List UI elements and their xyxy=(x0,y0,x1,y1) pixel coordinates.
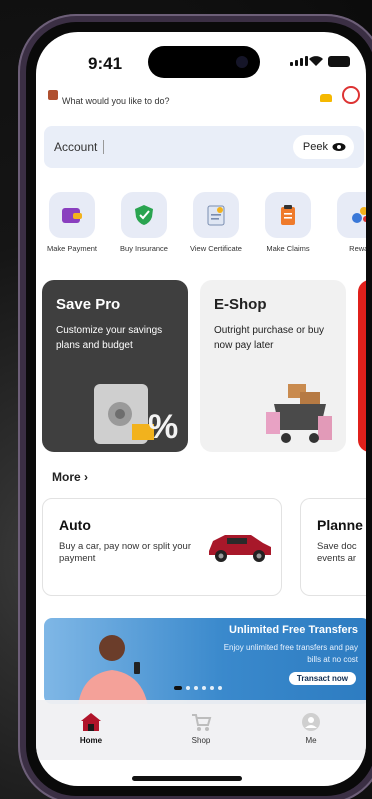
camera-icon xyxy=(236,56,248,68)
action-rewards[interactable]: Rewar xyxy=(324,192,366,253)
clipboard-icon xyxy=(265,192,311,238)
card-title: E-Shop xyxy=(214,296,267,313)
nav-label: Me xyxy=(305,736,317,745)
home-icon xyxy=(81,713,101,731)
status-time: 9:41 xyxy=(88,54,123,73)
battery-icon xyxy=(328,56,350,67)
person-with-phone-illustration xyxy=(78,635,148,704)
greeting-text: What would you like to do? xyxy=(62,96,170,106)
nav-me[interactable]: Me xyxy=(276,712,346,745)
nav-label: Shop xyxy=(191,736,211,745)
cart-icon xyxy=(192,714,212,731)
banner-subtitle: Enjoy unlimited free transfers and pay b… xyxy=(223,643,358,664)
user-icon xyxy=(302,713,320,731)
rewards-icon xyxy=(337,192,366,238)
action-make-claims[interactable]: Make Claims xyxy=(252,192,324,253)
card-title: Planne xyxy=(317,517,363,533)
pagination-dot[interactable] xyxy=(186,686,190,690)
profile-icon[interactable] xyxy=(342,86,360,104)
nav-shop[interactable]: Shop xyxy=(166,712,236,745)
greeting-emoji-icon xyxy=(48,90,58,100)
account-label: Account xyxy=(54,140,98,154)
home-indicator xyxy=(132,776,242,781)
card-text: Outright purchase or buy now pay later xyxy=(214,325,325,351)
certificate-icon xyxy=(193,192,239,238)
peek-label: Peek xyxy=(302,141,328,153)
notification-icon[interactable] xyxy=(320,94,332,102)
pagination-dot[interactable] xyxy=(202,686,206,690)
carousel-pagination xyxy=(174,686,222,690)
card-text: Save doc events ar xyxy=(317,541,357,564)
pagination-dot[interactable] xyxy=(210,686,214,690)
eye-icon xyxy=(332,143,346,151)
transfers-banner[interactable]: Unlimited Free Transfers Enjoy unlimited… xyxy=(44,618,366,704)
phone-bezel: 9:41 What would you like to do? Account … xyxy=(26,22,372,796)
e-shop-card[interactable]: E-Shop Outright purchase or buy now pay … xyxy=(200,280,346,452)
planner-card[interactable]: Planne Save doc events ar xyxy=(300,498,366,596)
status-bar: 9:41 xyxy=(36,32,366,84)
nav-label: Home xyxy=(79,736,103,745)
shopping-cart-icon xyxy=(266,384,332,443)
action-label: Buy Insurance xyxy=(120,244,168,253)
nav-home[interactable]: Home xyxy=(56,712,126,745)
quick-actions-row: Make Payment Buy Insurance View Certific… xyxy=(36,192,366,253)
wifi-icon xyxy=(309,56,323,66)
more-section-title[interactable]: More › xyxy=(52,470,88,484)
card-title: Save Pro xyxy=(56,296,121,313)
background: 9:41 What would you like to do? Account … xyxy=(0,0,372,799)
action-make-payment[interactable]: Make Payment xyxy=(36,192,108,253)
car-icon xyxy=(209,535,271,562)
signal-icon xyxy=(290,56,308,66)
banner-title: Unlimited Free Transfers xyxy=(229,624,358,636)
safe-icon: % xyxy=(94,384,178,446)
shield-icon xyxy=(121,192,167,238)
save-pro-card[interactable]: Save Pro Customize your savings plans an… xyxy=(42,280,188,452)
phone-frame: 9:41 What would you like to do? Account … xyxy=(18,14,372,799)
app-screen: 9:41 What would you like to do? Account … xyxy=(36,32,366,786)
more-label: More xyxy=(52,470,81,484)
transact-now-button[interactable]: Transact now xyxy=(288,672,356,685)
action-view-certificate[interactable]: View Certificate xyxy=(180,192,252,253)
card-text: Buy a car, pay now or split your payment xyxy=(59,541,192,564)
balance-hidden-indicator xyxy=(103,140,105,154)
action-label: View Certificate xyxy=(190,244,242,253)
peek-button[interactable]: Peek xyxy=(292,135,354,159)
bottom-nav: Home Shop Me xyxy=(36,700,366,760)
chevron-right-icon: › xyxy=(84,470,89,484)
action-buy-insurance[interactable]: Buy Insurance xyxy=(108,192,180,253)
action-label: Rewar xyxy=(349,244,366,253)
partial-promo-card[interactable] xyxy=(358,280,366,452)
pagination-dot[interactable] xyxy=(194,686,198,690)
more-carousel: Auto Buy a car, pay now or split your pa… xyxy=(42,498,366,596)
pagination-dot[interactable] xyxy=(174,686,182,690)
action-label: Make Payment xyxy=(46,244,98,253)
pagination-dot[interactable] xyxy=(218,686,222,690)
action-label: Make Claims xyxy=(266,244,310,253)
card-text: Customize your savings plans and budget xyxy=(56,325,163,351)
dynamic-island xyxy=(148,46,260,78)
auto-card[interactable]: Auto Buy a car, pay now or split your pa… xyxy=(42,498,282,596)
account-balance-bar: Account Peek xyxy=(44,126,364,168)
svg-text:%: % xyxy=(148,408,178,446)
wallet-icon xyxy=(49,192,95,238)
promo-carousel: Save Pro Customize your savings plans an… xyxy=(42,280,366,452)
